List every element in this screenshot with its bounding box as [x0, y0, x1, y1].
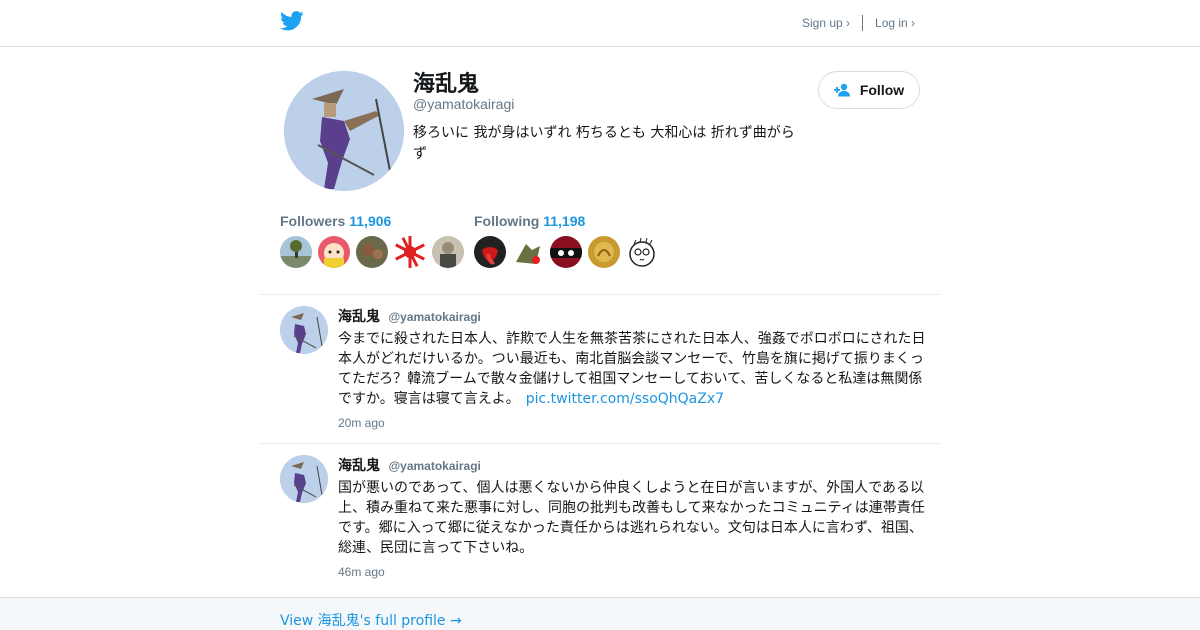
follow-button-label: Follow [859, 82, 905, 98]
full-profile-link[interactable]: View 海乱鬼's full profile → [280, 610, 462, 630]
tweet-author-handle[interactable]: @yamatokairagi [388, 459, 480, 473]
profile-bio: 移ろいに 我が身はいずれ 朽ちるとも 大和心は 折れず曲がらず [413, 125, 795, 162]
tweet-text: 今までに殺された日本人、詐欺で人生を無茶苦茶にされた日本人、強姦でボロボロにされ… [338, 329, 930, 409]
tweet-timestamp[interactable]: 46m ago [338, 565, 385, 579]
follow-button[interactable]: Follow [818, 71, 920, 109]
add-user-icon [833, 83, 850, 97]
following-avatar[interactable] [550, 236, 582, 268]
follower-avatar[interactable] [394, 236, 426, 268]
following-stat[interactable]: Following 11,198 [474, 213, 585, 229]
tweet-author-handle[interactable]: @yamatokairagi [388, 310, 480, 324]
follower-avatar[interactable] [356, 236, 388, 268]
twitter-bird-icon[interactable] [280, 11, 304, 31]
followers-avatars [280, 236, 470, 268]
tweet-divider [260, 443, 940, 444]
divider [862, 15, 864, 31]
following-avatars [474, 236, 664, 268]
profile-display-name: 海乱鬼 [413, 72, 480, 97]
followers-stat[interactable]: Followers 11,906 [280, 213, 391, 229]
tweet-timestamp[interactable]: 20m ago [338, 416, 385, 430]
section-divider [260, 294, 940, 295]
tweet-author-avatar[interactable] [280, 455, 328, 503]
following-avatar[interactable] [512, 236, 544, 268]
tweet[interactable]: 海乱鬼 @yamatokairagi 今までに殺された日本人、詐欺で人生を無茶苦… [280, 306, 930, 436]
tweet[interactable]: 海乱鬼 @yamatokairagi 国が悪いのであって、個人は悪くないから仲良… [280, 455, 930, 585]
following-count: 11,198 [543, 213, 586, 229]
followers-count: 11,906 [349, 213, 392, 229]
tweet-author-name[interactable]: 海乱鬼 [338, 458, 380, 474]
following-label: Following [474, 213, 540, 229]
tweet-author-avatar[interactable] [280, 306, 328, 354]
sign-up-link[interactable]: Sign up › [802, 16, 850, 30]
followers-label: Followers [280, 213, 346, 229]
tweet-media-link[interactable]: pic.twitter.com/ssoQhQaZx7 [526, 391, 724, 407]
log-in-link[interactable]: Log in › [875, 16, 915, 30]
profile-avatar[interactable] [284, 71, 404, 191]
tweet-header: 海乱鬼 @yamatokairagi [338, 455, 481, 475]
follower-avatar[interactable] [280, 236, 312, 268]
tweet-text: 国が悪いのであって、個人は悪くないから仲良くしようと在日が言いますが、外国人であ… [338, 480, 925, 556]
profile-footer: View 海乱鬼's full profile → [0, 597, 1200, 630]
following-avatar[interactable] [626, 236, 658, 268]
following-avatar[interactable] [474, 236, 506, 268]
profile-handle: @yamatokairagi [413, 96, 515, 112]
auth-links: Sign up › Log in › [802, 15, 915, 31]
follower-avatar[interactable] [432, 236, 464, 268]
tweet-author-name[interactable]: 海乱鬼 [338, 309, 380, 325]
top-bar: Sign up › Log in › [0, 0, 1200, 47]
tweet-header: 海乱鬼 @yamatokairagi [338, 306, 481, 326]
follower-avatar[interactable] [318, 236, 350, 268]
following-avatar[interactable] [588, 236, 620, 268]
